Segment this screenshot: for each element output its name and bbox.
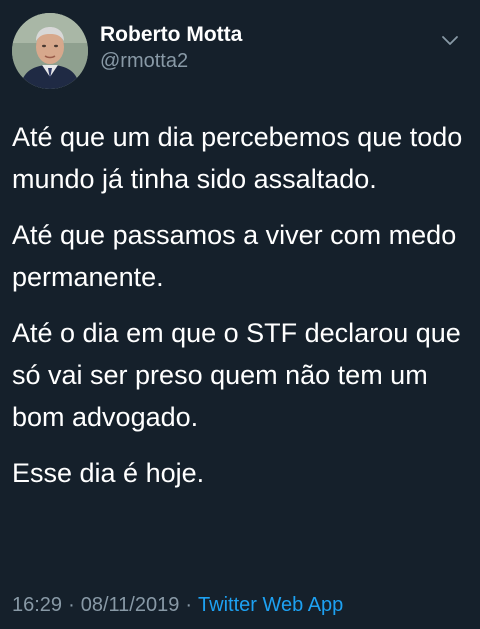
tweet-paragraph: Até que um dia percebemos que todo mundo… — [12, 122, 463, 194]
meta-separator: · — [68, 594, 75, 616]
tweet-time[interactable]: 16:29 — [12, 594, 62, 616]
author-display-name[interactable]: Roberto Motta — [100, 22, 242, 48]
author-block: Roberto Motta @rmotta2 — [100, 22, 242, 74]
tweet-paragraph: Esse dia é hoje. — [12, 458, 205, 488]
tweet-header: Roberto Motta @rmotta2 — [12, 12, 468, 90]
tweet-paragraph: Até o dia em que o STF declarou que só v… — [12, 318, 461, 432]
avatar[interactable] — [12, 13, 88, 89]
avatar-image — [12, 13, 88, 89]
tweet-meta: 16:29 · 08/11/2019 · Twitter Web App — [12, 592, 343, 618]
author-handle[interactable]: @rmotta2 — [100, 48, 242, 74]
tweet-source-link[interactable]: Twitter Web App — [198, 594, 343, 616]
meta-separator: · — [185, 594, 193, 616]
tweet-text: Até que um dia percebemos que todo mundo… — [12, 116, 468, 508]
tweet-card: Roberto Motta @rmotta2 Até que um dia pe… — [0, 0, 480, 629]
tweet-paragraph: Até que passamos a viver com medo perman… — [12, 220, 457, 292]
chevron-down-icon[interactable] — [438, 28, 462, 52]
tweet-date[interactable]: 08/11/2019 — [81, 594, 180, 616]
